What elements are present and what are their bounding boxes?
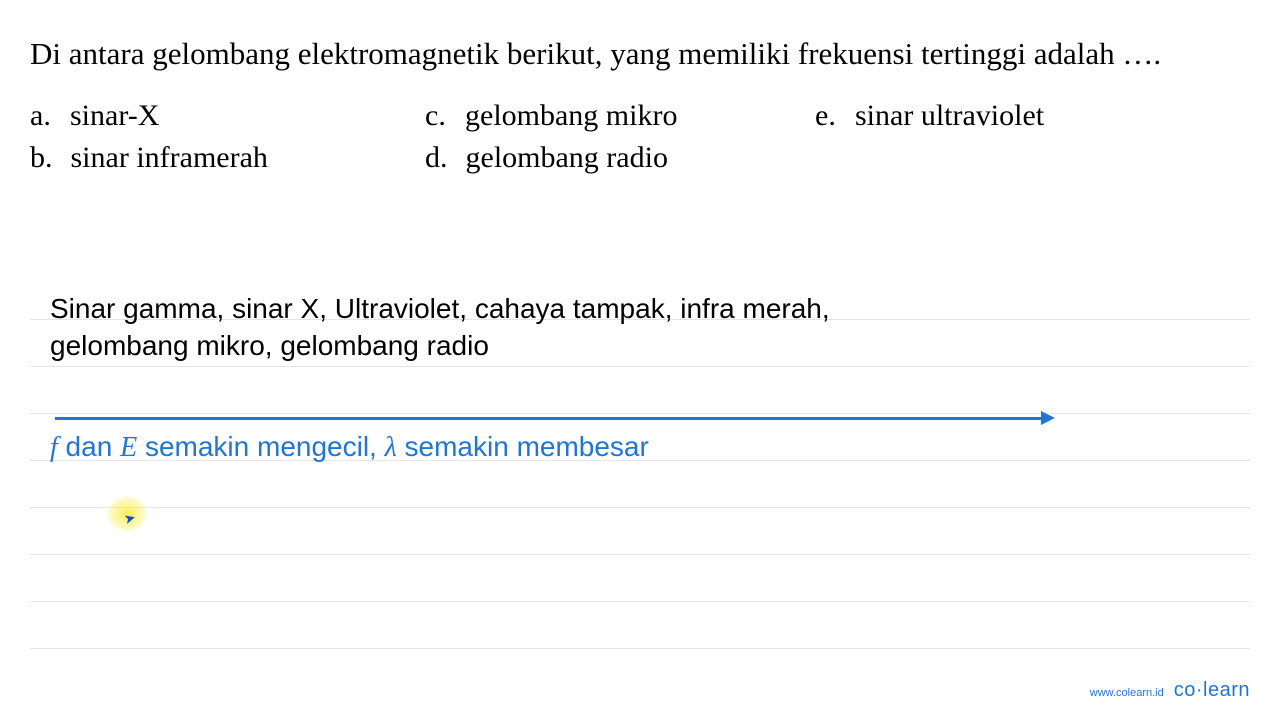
option-d: d. gelombang radio: [425, 141, 805, 175]
option-a-label: a.: [30, 99, 52, 133]
option-b-text: sinar inframerah: [71, 141, 268, 175]
option-b-label: b.: [30, 141, 53, 175]
footer-url: www.colearn.id: [1090, 687, 1164, 699]
question-text: Di antara gelombang elektromagnetik beri…: [30, 28, 1250, 81]
text-dan: dan: [58, 431, 120, 462]
option-e-text: sinar ultraviolet: [855, 99, 1044, 133]
arrow-head-icon: [1041, 411, 1055, 425]
footer: www.colearn.id co·learn: [1090, 679, 1250, 702]
var-f: f: [50, 432, 58, 463]
option-e: e. sinar ultraviolet: [815, 99, 1175, 133]
explanation-text: f dan E semakin mengecil, λ semakin memb…: [50, 431, 649, 464]
option-e-label: e.: [815, 99, 837, 133]
option-c: c. gelombang mikro: [425, 99, 805, 133]
arrow-diagram: [55, 417, 1045, 421]
lined-paper-area: Sinar gamma, sinar X, Ultraviolet, cahay…: [30, 273, 1250, 649]
options-grid: a. sinar-X c. gelombang mikro e. sinar u…: [30, 99, 1250, 175]
option-b: b. sinar inframerah: [30, 141, 415, 175]
option-d-text: gelombang radio: [466, 141, 668, 175]
text-part1: semakin mengecil,: [137, 431, 384, 462]
option-a-text: sinar-X: [70, 99, 159, 133]
var-E: E: [120, 432, 137, 463]
arrow-line: [55, 417, 1045, 420]
footer-logo: co·learn: [1174, 679, 1250, 702]
option-c-text: gelombang mikro: [465, 99, 677, 133]
option-a: a. sinar-X: [30, 99, 415, 133]
var-lambda: λ: [385, 432, 397, 463]
text-part2: semakin membesar: [397, 431, 649, 462]
option-d-label: d.: [425, 141, 448, 175]
answer-line-2: gelombang mikro, gelombang radio: [50, 328, 489, 364]
option-c-label: c.: [425, 99, 447, 133]
answer-line-1: Sinar gamma, sinar X, Ultraviolet, cahay…: [50, 291, 830, 327]
